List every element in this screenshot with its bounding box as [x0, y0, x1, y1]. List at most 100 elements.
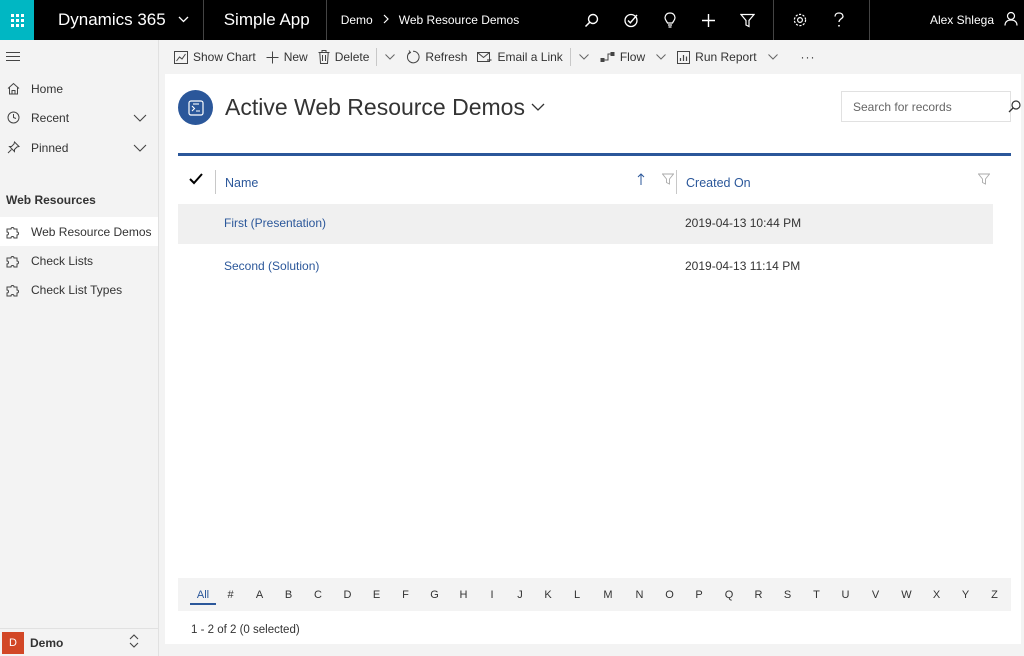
report-chevron-down-icon[interactable]	[762, 40, 784, 74]
column-filter-icon[interactable]	[661, 173, 675, 188]
divider	[773, 0, 774, 40]
sidebar-item-web-resource-demos[interactable]: Web Resource Demos	[0, 217, 158, 246]
alphabet-filter-o[interactable]: O	[655, 578, 684, 611]
filter-icon[interactable]	[728, 0, 767, 40]
show-chart-button[interactable]: Show Chart	[169, 40, 261, 74]
alphabet-filter-e[interactable]: E	[362, 578, 391, 611]
sidebar-item-label: Check List Types	[31, 282, 123, 297]
breadcrumb-item[interactable]: Web Resource Demos	[399, 13, 520, 27]
email-link-button[interactable]: Email a Link	[472, 40, 567, 74]
alphabet-filter-s[interactable]: S	[773, 578, 802, 611]
delete-label: Delete	[334, 50, 370, 64]
created-on-cell: 2019-04-13 10:44 PM	[685, 216, 802, 230]
alphabet-filter-f[interactable]: F	[391, 578, 420, 611]
lightbulb-icon[interactable]	[650, 0, 689, 40]
help-icon[interactable]	[819, 0, 858, 40]
puzzle-icon	[6, 283, 20, 297]
divider	[215, 170, 216, 194]
table-row[interactable]: Second (Solution) 2019-04-13 11:14 PM	[178, 247, 993, 287]
email-link-label: Email a Link	[497, 50, 563, 64]
alphabet-filter-m[interactable]: M	[592, 578, 624, 611]
alphabet-filter-r[interactable]: R	[744, 578, 773, 611]
alphabet-filter-b[interactable]: B	[274, 578, 303, 611]
sidebar-group-title: Web Resources	[6, 193, 96, 207]
refresh-button[interactable]: Refresh	[401, 40, 472, 74]
email-more-chevron-down-icon[interactable]	[573, 40, 595, 74]
user-icon	[1004, 11, 1018, 29]
alphabet-filter-a[interactable]: A	[245, 578, 274, 611]
alphabet-jump-bar: All # A B C D E F G H I J K L M N O P Q R S T U V W X Y Z	[178, 578, 1011, 611]
delete-more-chevron-down-icon[interactable]	[379, 40, 401, 74]
alphabet-filter-z[interactable]: Z	[980, 578, 1009, 611]
alphabet-filter-q[interactable]: Q	[714, 578, 744, 611]
record-name-link[interactable]: Second (Solution)	[224, 259, 319, 273]
flow-chevron-down-icon[interactable]	[650, 40, 672, 74]
alphabet-filter-i[interactable]: I	[478, 578, 506, 611]
alphabet-filter-d[interactable]: D	[333, 578, 362, 611]
sidebar-item-check-list-types[interactable]: Check List Types	[0, 275, 158, 304]
sidebar-item-check-lists[interactable]: Check Lists	[0, 246, 158, 275]
chevron-down-icon[interactable]	[130, 144, 150, 152]
user-profile[interactable]: Alex Shlega	[869, 0, 1024, 40]
alphabet-filter-y[interactable]: Y	[951, 578, 980, 611]
area-badge: D	[2, 631, 24, 654]
hamburger-menu-icon[interactable]	[6, 52, 20, 64]
view-selector-chevron-down-icon[interactable]	[531, 100, 545, 114]
alphabet-filter-h[interactable]: H	[449, 578, 478, 611]
alphabet-filter-t[interactable]: T	[802, 578, 831, 611]
select-all-checkmark-icon[interactable]	[189, 173, 203, 188]
area-switcher[interactable]: D Demo	[0, 628, 158, 656]
record-count: 1 - 2 of 2 (0 selected)	[178, 611, 1011, 647]
sidebar-item-home[interactable]: Home	[0, 74, 158, 103]
alphabet-filter-l[interactable]: L	[562, 578, 592, 611]
alphabet-filter-c[interactable]: C	[303, 578, 333, 611]
flow-button[interactable]: Flow	[595, 40, 650, 74]
command-bar: Show Chart New Delete Refresh Email a Li…	[159, 40, 1024, 74]
plus-icon[interactable]	[689, 0, 728, 40]
user-name: Alex Shlega	[929, 13, 994, 27]
sidebar-item-pinned[interactable]: Pinned	[0, 133, 158, 162]
alphabet-filter-v[interactable]: V	[860, 578, 891, 611]
gear-icon[interactable]	[780, 0, 819, 40]
sort-ascending-icon[interactable]	[637, 173, 645, 189]
view-title[interactable]: Active Web Resource Demos	[225, 94, 525, 121]
breadcrumb-item[interactable]: Demo	[341, 13, 373, 27]
created-on-cell: 2019-04-13 11:14 PM	[685, 259, 801, 273]
sidebar-item-recent[interactable]: Recent	[0, 103, 158, 132]
alphabet-filter-number[interactable]: #	[216, 578, 245, 611]
column-header-name[interactable]: Name	[225, 176, 258, 190]
sidebar: Home Recent Pinned Web Resources Web Res…	[0, 40, 159, 656]
product-switcher[interactable]: Dynamics 365	[34, 0, 204, 40]
alphabet-filter-j[interactable]: J	[506, 578, 534, 611]
alphabet-filter-all[interactable]: All	[190, 578, 216, 611]
alphabet-filter-n[interactable]: N	[624, 578, 655, 611]
alphabet-filter-g[interactable]: G	[420, 578, 449, 611]
run-report-button[interactable]: Run Report	[672, 40, 761, 74]
delete-button[interactable]: Delete	[313, 40, 375, 74]
column-header-created-on[interactable]: Created On	[686, 176, 751, 190]
alphabet-filter-k[interactable]: K	[534, 578, 562, 611]
new-button[interactable]: New	[261, 40, 313, 74]
alphabet-filter-u[interactable]: U	[831, 578, 860, 611]
refresh-icon	[406, 50, 420, 64]
alphabet-filter-w[interactable]: W	[891, 578, 922, 611]
search-input[interactable]	[842, 92, 1008, 121]
record-name-link[interactable]: First (Presentation)	[224, 216, 326, 230]
task-check-icon[interactable]	[611, 0, 650, 40]
plus-icon	[266, 51, 279, 64]
app-launcher-button[interactable]	[0, 0, 34, 40]
app-name[interactable]: Simple App	[204, 0, 327, 40]
alphabet-filter-x[interactable]: X	[922, 578, 951, 611]
top-actions	[572, 0, 858, 40]
search-icon[interactable]	[1008, 100, 1021, 113]
column-filter-icon[interactable]	[977, 173, 991, 188]
search-icon[interactable]	[572, 0, 611, 40]
puzzle-icon	[6, 254, 20, 268]
chevron-down-icon[interactable]	[130, 114, 150, 122]
flow-icon	[600, 51, 615, 63]
product-name: Dynamics 365	[58, 10, 166, 29]
table-row[interactable]: First (Presentation) 2019-04-13 10:44 PM	[178, 204, 993, 244]
alphabet-filter-p[interactable]: P	[684, 578, 714, 611]
more-commands-button[interactable]: ···	[796, 40, 821, 74]
chart-icon	[174, 50, 188, 64]
